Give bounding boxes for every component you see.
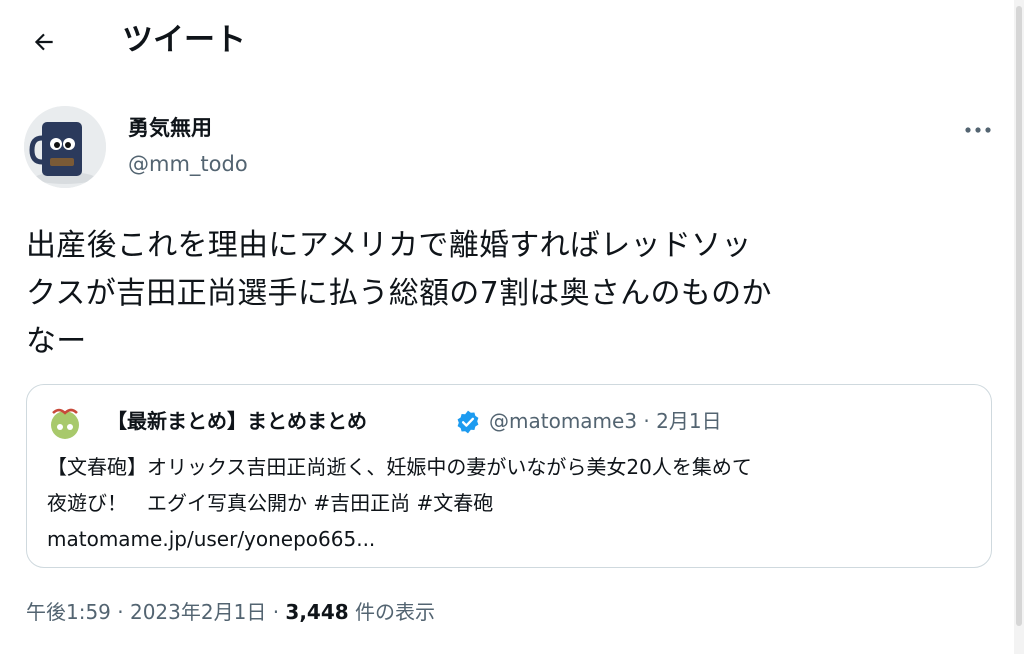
mug-avatar-image [24,106,106,188]
top-bar: ツイート [0,0,1024,82]
more-options-button[interactable] [956,112,1000,148]
views-count: 3,448 [285,600,349,624]
back-button[interactable] [24,22,64,62]
quoted-avatar [47,405,83,441]
author-avatar[interactable] [24,106,106,188]
quoted-tweet-card[interactable]: 【最新まとめ】まとめまとめ @matomame3 · 2月1日 【文春砲】オリッ… [26,384,992,568]
quoted-text: 【文春砲】オリックス吉田正尚逝く、妊娠中の妻がいながら美女20人を集めて 夜遊び… [47,449,977,557]
author-name[interactable]: 勇気無用 [128,114,212,142]
page-title: ツイート [122,22,246,58]
verified-badge [455,409,481,435]
arrow-left-icon [34,33,53,51]
tweet-text-line: クスが吉田正尚選手に払う総額の7割は奥さんのものか [26,276,772,311]
tweet-timestamp[interactable]: 午後1:59 · 2023年2月1日 · [26,600,285,624]
quoted-text-line: 夜遊び！ エグイ写真公開か #吉田正尚 #文春砲 [47,491,494,515]
quoted-text-line: 【文春砲】オリックス吉田正尚逝く、妊娠中の妻がいながら美女20人を集めて [47,455,752,479]
tweet-text: 出産後これを理由にアメリカで離婚すればレッドソッ クスが吉田正尚選手に払う総額の… [26,222,1006,366]
quoted-link[interactable]: matomame.jp/user/yonepo665... [47,521,977,557]
more-dots-icon [965,127,991,133]
scrollbar-thumb[interactable] [1016,6,1022,626]
quoted-author-name: 【最新まとめ】まとめまとめ [107,409,367,433]
tweet-text-line: 出産後これを理由にアメリカで離婚すればレッドソッ [26,228,752,263]
author-handle[interactable]: @mm_todo [128,150,248,178]
views-label: 件の表示 [348,600,436,624]
verified-badge-icon [457,410,479,434]
matome-logo-icon [51,408,79,439]
tweet-meta: 午後1:59 · 2023年2月1日 · 3,448 件の表示 [26,596,435,628]
tweet-text-line: なー [26,324,87,359]
quoted-handle-date: @matomame3 · 2月1日 [489,409,722,433]
